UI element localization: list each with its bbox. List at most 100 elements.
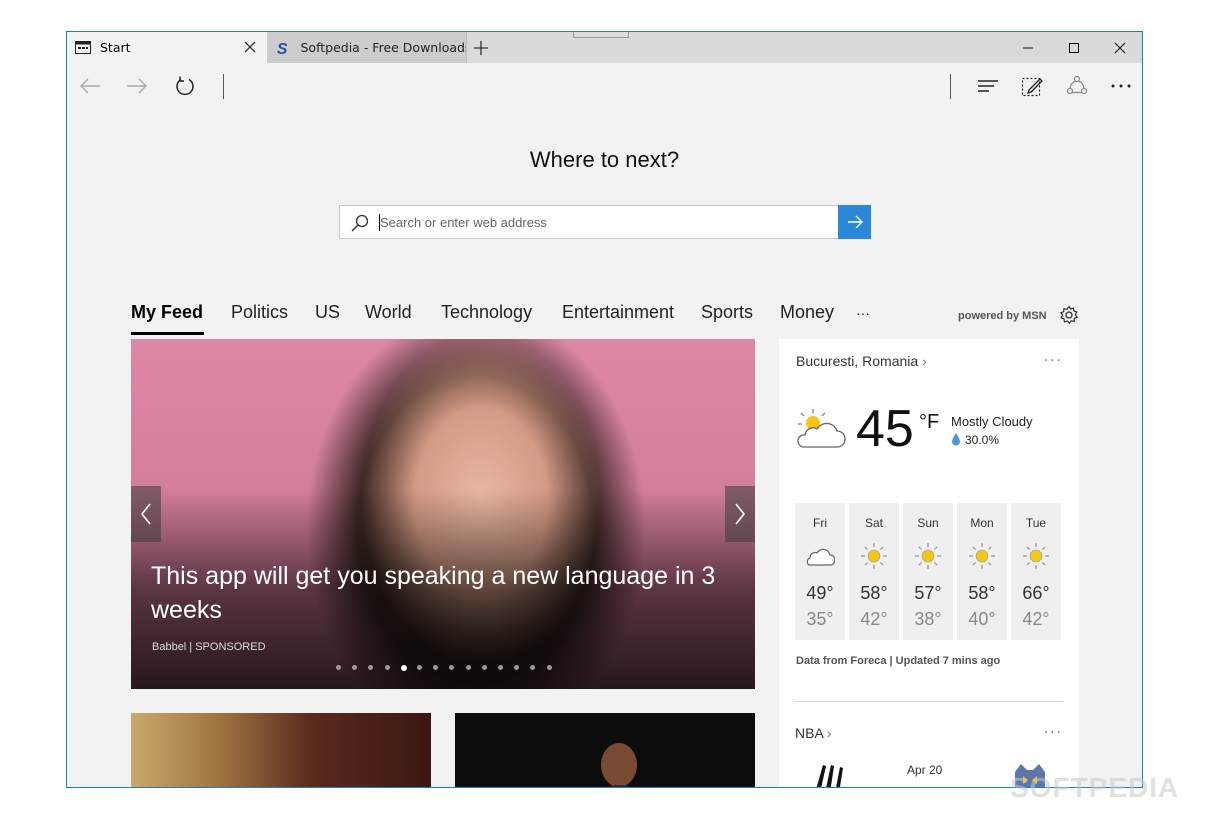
forecast-day[interactable]: Mon 58° 40° xyxy=(957,503,1007,640)
forecast-day-name: Fri xyxy=(813,516,827,530)
forecast-day[interactable]: Sun 57° 38° xyxy=(903,503,953,640)
carousel-next-button[interactable] xyxy=(725,486,755,542)
news-card-image[interactable] xyxy=(455,713,755,787)
forecast-high: 66° xyxy=(1022,583,1050,603)
weather-data-source: Data from Foreca | Updated 7 mins ago xyxy=(796,655,1001,667)
close-window-button[interactable] xyxy=(1097,32,1142,63)
weather-location-link[interactable]: Bucuresti, Romania › xyxy=(796,353,927,369)
hub-button[interactable] xyxy=(973,71,1003,101)
forecast-day-name: Mon xyxy=(970,516,994,530)
share-icon xyxy=(1066,75,1088,95)
person-silhouette xyxy=(601,743,637,787)
carousel-dot[interactable] xyxy=(481,665,487,670)
nba-title: NBA xyxy=(795,725,824,741)
carousel-dot[interactable] xyxy=(384,665,390,670)
carousel-dot[interactable] xyxy=(400,664,407,671)
minimize-button[interactable] xyxy=(1005,32,1051,63)
forecast-high: 49° xyxy=(806,583,834,603)
refresh-button[interactable] xyxy=(170,71,200,101)
cloudy-icon xyxy=(806,548,835,566)
weather-location: Bucuresti, Romania xyxy=(796,353,919,369)
sunny-icon xyxy=(1023,543,1049,569)
svg-text:S: S xyxy=(277,40,288,55)
tab-us[interactable]: US xyxy=(315,302,340,323)
powered-by-msn: powered by MSN xyxy=(958,310,1047,322)
browser-window: Start S Softpedia - Free Downloads Where… xyxy=(66,31,1143,788)
carousel-dot[interactable] xyxy=(546,665,552,670)
tab-sports[interactable]: Sports xyxy=(701,302,753,323)
hero-carousel[interactable]: This app will get you speaking a new lan… xyxy=(131,339,755,689)
nba-section-link[interactable]: NBA › xyxy=(795,725,832,741)
back-button[interactable] xyxy=(75,71,105,101)
search-input[interactable] xyxy=(380,207,832,237)
current-temperature: 45 xyxy=(856,400,914,458)
forecast-high: 58° xyxy=(968,583,996,603)
page-heading: Where to next? xyxy=(529,147,680,172)
back-arrow-icon xyxy=(80,78,100,94)
minimize-icon xyxy=(1023,47,1033,48)
title-bar: Start S Softpedia - Free Downloads xyxy=(67,32,1142,63)
tab-start[interactable]: Start xyxy=(67,32,267,63)
temperature-unit[interactable]: °F xyxy=(919,411,939,434)
spurs-logo-icon xyxy=(816,765,843,787)
tab-money[interactable]: Money xyxy=(780,302,834,323)
forecast-low: 35° xyxy=(806,609,834,629)
more-icon xyxy=(1111,84,1131,88)
precipitation-chance: 30.0% xyxy=(965,433,1000,447)
forecast-low: 40° xyxy=(968,609,996,629)
share-button[interactable] xyxy=(1062,71,1092,101)
web-note-button[interactable] xyxy=(1017,71,1047,101)
chevron-right-icon: › xyxy=(826,725,832,741)
gear-icon[interactable] xyxy=(1059,305,1079,325)
web-note-icon xyxy=(1021,77,1043,97)
forecast-day-name: Sat xyxy=(864,516,883,530)
navigation-toolbar xyxy=(67,63,1142,108)
tab-world[interactable]: World xyxy=(365,302,412,323)
more-actions-button[interactable] xyxy=(1106,71,1136,101)
close-tab-icon[interactable] xyxy=(243,40,257,54)
forward-button[interactable] xyxy=(122,71,152,101)
forecast-day[interactable]: Tue 66° 42° xyxy=(1011,503,1061,640)
carousel-dot[interactable] xyxy=(417,665,422,670)
tab-softpedia[interactable]: S Softpedia - Free Downloads xyxy=(267,32,467,63)
arrow-right-icon xyxy=(847,215,863,229)
hero-headline[interactable]: This app will get you speaking a new lan… xyxy=(151,559,741,627)
forward-arrow-icon xyxy=(127,78,147,94)
widget-divider xyxy=(795,701,1063,702)
search-icon xyxy=(351,214,369,232)
tab-preview-handle[interactable] xyxy=(573,32,629,38)
forecast-high: 57° xyxy=(914,583,942,603)
weather-condition: Mostly Cloudy xyxy=(951,414,1033,429)
close-icon xyxy=(1114,42,1126,53)
carousel-prev-button[interactable] xyxy=(131,486,161,542)
forecast-day-name: Tue xyxy=(1025,516,1047,530)
tab-more[interactable]: ··· xyxy=(856,305,870,321)
hero-source: Babbel | SPONSORED xyxy=(152,641,266,653)
tab-my-feed[interactable]: My Feed xyxy=(131,302,203,323)
sunny-icon xyxy=(861,543,887,569)
tab-politics[interactable]: Politics xyxy=(231,302,288,323)
refresh-icon xyxy=(176,76,194,96)
forecast-low: 38° xyxy=(914,609,942,629)
forecast-low: 42° xyxy=(1022,609,1050,629)
carousel-dot[interactable] xyxy=(498,665,503,670)
weather-more-button[interactable]: ··· xyxy=(1044,353,1063,369)
tab-entertainment[interactable]: Entertainment xyxy=(562,302,674,323)
carousel-dot[interactable] xyxy=(336,665,341,670)
chevron-left-icon xyxy=(140,503,151,525)
toolbar-separator xyxy=(950,74,951,99)
forecast-day[interactable]: Sat 58° 42° xyxy=(849,503,899,640)
carousel-dot[interactable] xyxy=(465,665,471,670)
forecast-day[interactable]: Fri 49° 35° xyxy=(795,503,845,640)
search-go-button[interactable] xyxy=(838,205,871,239)
news-card-image[interactable] xyxy=(131,713,431,787)
maximize-button[interactable] xyxy=(1051,32,1097,63)
tab-title: Softpedia - Free Downloads xyxy=(300,40,466,55)
nba-more-button[interactable]: ··· xyxy=(1044,725,1063,741)
tab-title: Start xyxy=(100,40,131,55)
search-box[interactable] xyxy=(339,205,871,239)
new-tab-plus-icon[interactable] xyxy=(471,38,491,58)
tab-technology[interactable]: Technology xyxy=(441,302,532,323)
softpedia-watermark: SOFTPEDIA xyxy=(1010,772,1180,803)
forecast-high: 58° xyxy=(860,583,888,603)
